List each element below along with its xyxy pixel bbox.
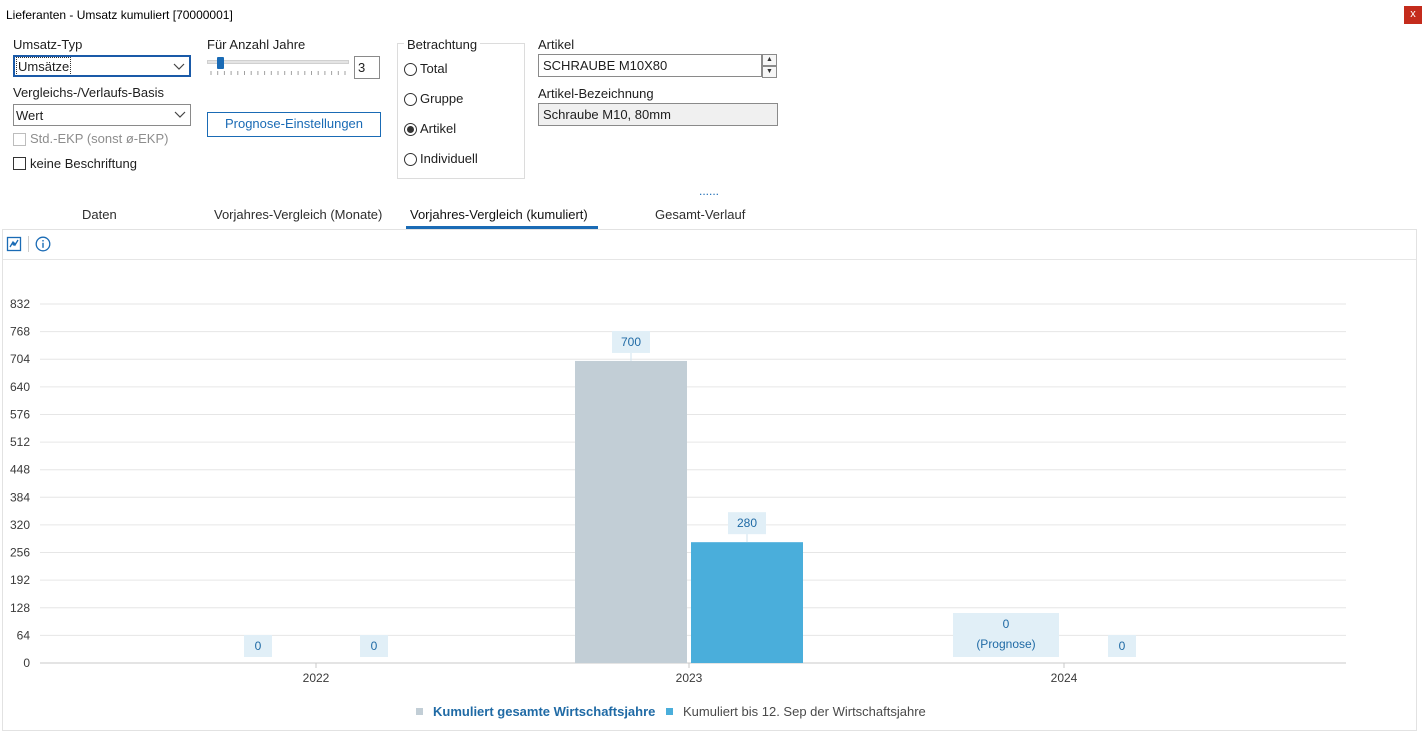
std-ekp-checkbox[interactable] — [13, 133, 26, 146]
legend-swatch-series1 — [416, 708, 423, 715]
bar-2023-series1 — [575, 360, 687, 663]
x-tick-label: 2022 — [303, 671, 330, 685]
y-tick-label: 640 — [10, 380, 30, 394]
artikel-bezeichnung-label: Artikel-Bezeichnung — [538, 86, 654, 101]
info-icon[interactable] — [35, 236, 51, 252]
y-tick-label: 832 — [10, 297, 30, 311]
artikel-spin-up[interactable]: ▲ — [762, 54, 777, 66]
legend-label-series1: Kumuliert gesamte Wirtschaftsjahre — [433, 704, 655, 719]
y-tick-label: 256 — [10, 546, 30, 560]
umsatz-typ-value: Umsätze — [15, 57, 72, 75]
slider-ticks — [210, 71, 346, 75]
prognose-einstellungen-button[interactable]: Prognose-Einstellungen — [207, 112, 381, 137]
tab-vorjahres-vergleich-kumuliert[interactable]: Vorjahres-Vergleich (kumuliert) — [410, 207, 588, 222]
data-label: (Prognose) — [976, 637, 1035, 651]
radio-selected-dot — [407, 126, 414, 133]
radio-label-total: Total — [420, 61, 448, 76]
y-tick-label: 128 — [10, 601, 30, 615]
y-tick-label: 64 — [17, 628, 31, 642]
close-button[interactable]: x — [1404, 6, 1422, 24]
data-label: 700 — [621, 335, 641, 349]
radio-gruppe[interactable] — [404, 93, 417, 106]
bar-2023-series2 — [691, 542, 803, 663]
artikel-spin-down[interactable]: ▼ — [762, 66, 777, 78]
splitter-handle[interactable]: ...... — [699, 184, 719, 198]
artikel-bezeichnung-field: Schraube M10, 80mm — [538, 103, 778, 126]
data-label: 0 — [1119, 639, 1126, 653]
slider-thumb[interactable] — [216, 57, 224, 69]
chevron-down-icon — [173, 63, 185, 70]
window-title: Lieferanten - Umsatz kumuliert [70000001… — [6, 8, 233, 22]
tab-daten[interactable]: Daten — [82, 207, 117, 222]
toolbar-separator — [28, 236, 29, 252]
betrachtung-title: Betrachtung — [404, 37, 481, 52]
data-label: 0 — [1003, 617, 1010, 631]
radio-label-individuell: Individuell — [420, 151, 478, 166]
y-tick-label: 704 — [10, 352, 30, 366]
chart-area: 0 64 128 192 256 320 384 448 512 576 640 704 768 832 2… — [10, 297, 1346, 719]
y-tick-label: 320 — [10, 518, 30, 532]
radio-label-artikel: Artikel — [420, 121, 457, 136]
radio-artikel[interactable] — [404, 123, 417, 136]
legend-swatch-series2 — [666, 708, 673, 715]
y-tick-label: 576 — [10, 407, 30, 421]
data-label: 0 — [255, 639, 262, 653]
jahre-input[interactable]: 3 — [354, 56, 380, 79]
jahre-slider[interactable] — [207, 57, 349, 77]
umsatz-typ-combobox[interactable]: Umsätze — [13, 55, 191, 77]
x-tick-label: 2023 — [676, 671, 703, 685]
tab-gesamt-verlauf[interactable]: Gesamt-Verlauf — [655, 207, 745, 222]
y-tick-label: 512 — [10, 435, 30, 449]
y-tick-label: 0 — [23, 656, 30, 670]
artikel-input[interactable]: SCHRAUBE M10X80 — [538, 54, 762, 77]
radio-total[interactable] — [404, 63, 417, 76]
basis-value: Wert — [16, 108, 44, 123]
umsatz-typ-label: Umsatz-Typ — [13, 37, 83, 52]
std-ekp-label: Std.-EKP (sonst ø-EKP) — [30, 131, 169, 146]
jahre-label: Für Anzahl Jahre — [207, 37, 306, 52]
data-label: 280 — [737, 516, 757, 530]
radio-individuell[interactable] — [404, 153, 417, 166]
basis-combobox[interactable]: Wert — [13, 104, 191, 126]
legend-label-series2: Kumuliert bis 12. Sep der Wirtschaftsjah… — [683, 704, 926, 719]
radio-label-gruppe: Gruppe — [420, 91, 464, 106]
chart-settings-icon[interactable] — [6, 236, 22, 252]
chart-toolbar-divider — [3, 259, 1416, 260]
chevron-down-icon — [174, 111, 186, 118]
y-tick-label: 192 — [10, 573, 30, 587]
y-tick-label: 384 — [10, 490, 30, 504]
data-label: 0 — [371, 639, 378, 653]
basis-label: Vergleichs-/Verlaufs-Basis — [13, 85, 165, 100]
artikel-label: Artikel — [538, 37, 575, 52]
tab-vorjahres-vergleich-monate[interactable]: Vorjahres-Vergleich (Monate) — [214, 207, 382, 222]
keine-beschriftung-checkbox[interactable] — [13, 157, 26, 170]
y-tick-label: 448 — [10, 463, 30, 477]
keine-beschriftung-label: keine Beschriftung — [30, 156, 137, 171]
x-tick-label: 2024 — [1051, 671, 1078, 685]
y-tick-label: 768 — [10, 325, 30, 339]
